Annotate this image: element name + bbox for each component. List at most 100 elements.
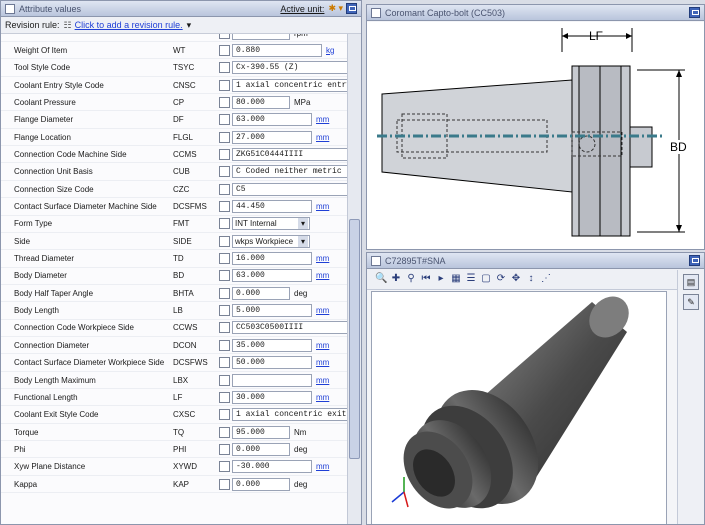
attribute-unit[interactable]: kg xyxy=(326,46,334,55)
attribute-checkbox[interactable] xyxy=(219,391,230,403)
attribute-value-input[interactable]: 27.000 xyxy=(232,130,312,144)
attribute-value-input[interactable]: 95.000 xyxy=(232,425,290,439)
attribute-value-input[interactable]: 16.000 xyxy=(232,252,312,266)
attribute-checkbox[interactable] xyxy=(219,287,230,299)
attribute-value-input[interactable]: 44.450 xyxy=(232,200,312,213)
list-icon[interactable]: ☰ xyxy=(465,273,477,285)
attribute-checkbox[interactable] xyxy=(219,166,230,178)
rotate-icon[interactable]: ⟳ xyxy=(495,273,507,285)
vertical-scrollbar[interactable] xyxy=(347,34,361,524)
attribute-value-input[interactable]: 1 axial concentric exit xyxy=(232,408,349,422)
attribute-value-input[interactable]: C Coded neither metric nor inch xyxy=(232,165,349,179)
attribute-checkbox[interactable] xyxy=(219,235,230,247)
next-icon[interactable]: ▸ xyxy=(435,273,447,285)
attribute-value-input[interactable] xyxy=(232,373,312,387)
attribute-value-input[interactable]: 80.000 xyxy=(232,95,290,109)
attribute-checkbox[interactable] xyxy=(219,253,230,265)
attribute-value-input[interactable]: 0.000 xyxy=(232,442,290,456)
walk-icon[interactable]: ⚲ xyxy=(405,273,417,285)
attribute-select[interactable]: wkps Workpiece xyxy=(232,234,310,248)
attribute-rows: rpm Weight Of Item WT 0.880 kg Tool Style Cod… xyxy=(1,34,349,524)
pan-icon[interactable]: ✥ xyxy=(510,273,522,285)
attribute-value-input[interactable]: 0.880 xyxy=(232,43,322,57)
attribute-checkbox[interactable] xyxy=(219,183,230,195)
attribute-value-input[interactable]: 30.000 xyxy=(232,390,312,404)
attribute-checkbox[interactable] xyxy=(219,131,230,143)
attribute-checkbox[interactable] xyxy=(219,201,230,212)
attribute-checkbox[interactable] xyxy=(219,426,230,438)
attribute-unit[interactable]: mm xyxy=(316,202,329,211)
attribute-unit[interactable]: mm xyxy=(316,133,329,142)
attribute-unit[interactable]: mm xyxy=(316,271,329,280)
attribute-unit[interactable]: mm xyxy=(316,376,329,385)
attribute-value-input[interactable]: 63.000 xyxy=(232,269,312,283)
attribute-value-input[interactable]: 0.000 xyxy=(232,477,290,491)
attribute-row: Connection Diameter DCON 35.000 mm xyxy=(1,337,349,355)
attribute-unit[interactable]: mm xyxy=(316,462,329,471)
maximize-button[interactable] xyxy=(689,255,700,266)
fit-icon[interactable]: ✚ xyxy=(390,273,402,285)
zoom-axis-icon[interactable]: ↕ xyxy=(525,273,537,285)
attribute-value-input[interactable]: C5 xyxy=(232,182,349,196)
attribute-checkbox[interactable] xyxy=(219,79,230,91)
attribute-checkbox[interactable] xyxy=(219,44,230,56)
attribute-checkbox[interactable] xyxy=(219,218,230,230)
frame-icon[interactable]: ▢ xyxy=(480,273,492,285)
attribute-checkbox[interactable] xyxy=(219,322,230,334)
attribute-select[interactable]: INT Internal xyxy=(232,217,310,231)
attribute-value-input[interactable]: 63.000 xyxy=(232,113,312,127)
attribute-code: DF xyxy=(173,115,184,125)
unit-dropdown-icon[interactable]: ✱ ▾ xyxy=(328,3,343,14)
model-title: C72895T#SNA xyxy=(385,255,446,266)
attribute-value-input[interactable]: 5.000 xyxy=(232,304,312,318)
attribute-unit[interactable]: mm xyxy=(316,393,329,402)
attribute-value-input[interactable]: 35.000 xyxy=(232,338,312,352)
print-icon[interactable]: ▤ xyxy=(683,274,699,290)
attribute-checkbox[interactable] xyxy=(219,270,230,282)
active-unit-label[interactable]: Active unit: xyxy=(280,4,324,14)
attribute-checkbox[interactable] xyxy=(219,148,230,160)
attribute-checkbox[interactable] xyxy=(219,357,230,369)
attribute-code: CP xyxy=(173,97,185,107)
maximize-button[interactable] xyxy=(346,3,357,14)
attribute-checkbox[interactable] xyxy=(219,114,230,126)
pen-icon[interactable]: ✎ xyxy=(683,294,699,310)
attribute-checkbox[interactable] xyxy=(219,443,230,455)
attribute-value-input[interactable]: 50.000 xyxy=(232,356,312,370)
attribute-checkbox[interactable] xyxy=(219,34,230,39)
revision-dropdown-icon[interactable]: ▾ xyxy=(187,20,192,31)
attribute-checkbox[interactable] xyxy=(219,96,230,108)
attribute-unit[interactable]: mm xyxy=(316,254,329,263)
attribute-value-input[interactable] xyxy=(232,34,290,40)
attribute-unit[interactable]: mm xyxy=(316,341,329,350)
attribute-value-input[interactable]: 1 axial concentric entry xyxy=(232,78,349,92)
attribute-checkbox[interactable] xyxy=(219,339,230,351)
first-icon[interactable]: ⏮ xyxy=(420,273,432,285)
attribute-checkbox[interactable] xyxy=(219,409,230,421)
attribute-checkbox[interactable] xyxy=(219,305,230,317)
dots-icon[interactable]: ⋰ xyxy=(540,273,552,285)
attribute-code: CCWS xyxy=(173,323,198,333)
revision-rule-bar: Revision rule: ☷ Click to add a revision… xyxy=(1,17,361,34)
attribute-value-input[interactable]: 0.000 xyxy=(232,286,290,300)
attribute-row: Coolant Exit Style Code CXSC 1 axial conce… xyxy=(1,407,349,424)
attribute-value-input[interactable]: Cx-390.55 (Z) xyxy=(232,61,349,75)
zoom-icon[interactable]: 🔍 xyxy=(375,273,387,285)
scrollbar-thumb[interactable] xyxy=(349,219,360,459)
maximize-button[interactable] xyxy=(689,7,700,18)
attribute-checkbox[interactable] xyxy=(219,461,230,473)
attribute-checkbox[interactable] xyxy=(219,374,230,386)
add-revision-rule-link[interactable]: Click to add a revision rule. xyxy=(75,20,183,30)
model-viewport[interactable] xyxy=(371,291,667,524)
attribute-name: Contact Surface Diameter Machine Side xyxy=(14,202,157,211)
attribute-checkbox[interactable] xyxy=(219,478,230,490)
grid-icon[interactable]: ▦ xyxy=(450,273,462,285)
attribute-unit[interactable]: mm xyxy=(316,115,329,124)
attribute-checkbox[interactable] xyxy=(219,62,230,74)
attribute-code: TQ xyxy=(173,427,185,437)
attribute-unit[interactable]: mm xyxy=(316,358,329,367)
attribute-value-input[interactable]: ZKG51C0444IIII xyxy=(232,147,349,161)
attribute-unit[interactable]: mm xyxy=(316,306,329,315)
attribute-value-input[interactable]: CC503C0500IIII xyxy=(232,321,349,335)
attribute-value-input[interactable]: -30.000 xyxy=(232,460,312,474)
